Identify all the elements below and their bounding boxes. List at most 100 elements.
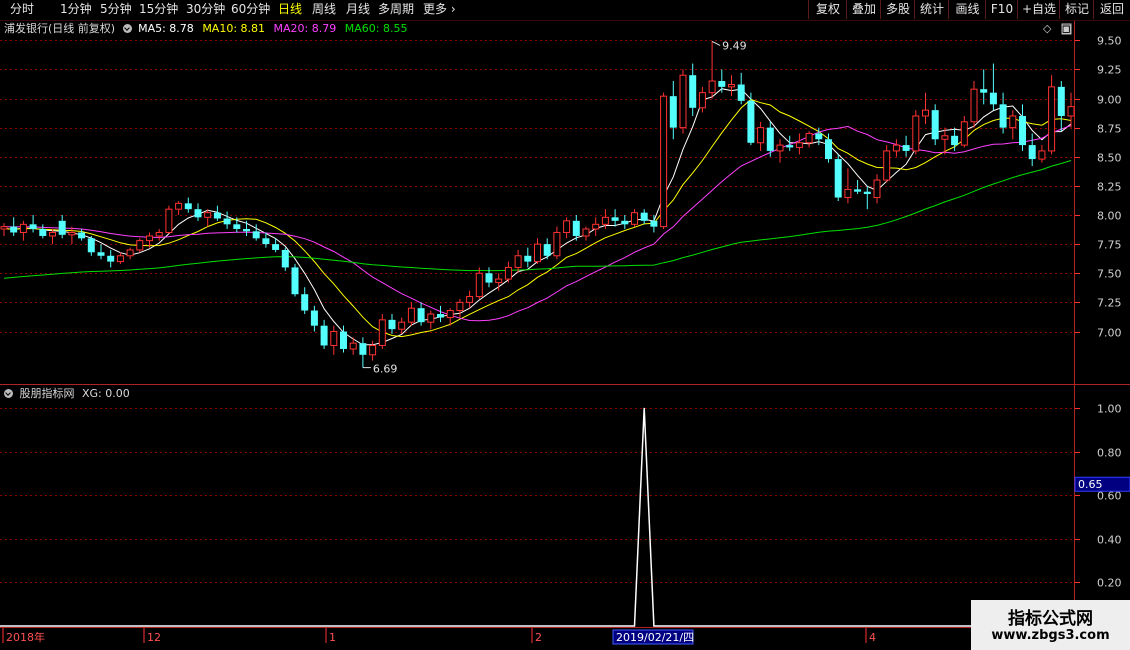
candle-up [155,228,163,241]
candle-body [78,232,86,239]
candle-body [252,231,260,239]
candle-up [660,92,668,229]
candle-body [601,216,609,225]
price-tick-label: 7.00 [1097,327,1122,340]
candle-down [737,72,745,105]
tab-1min[interactable]: 1分钟 [60,0,92,19]
candle-up [456,298,464,318]
add-watchlist-button[interactable]: +自选 [1017,0,1060,19]
candle-body [68,231,76,236]
candle-up [504,261,512,283]
candle-body [291,267,299,295]
mark-button[interactable]: 标记 [1059,0,1094,19]
draw-line-button[interactable]: 画线 [948,0,986,19]
candle-body [0,226,8,230]
candle-body [87,238,95,253]
candle-down [1028,133,1036,167]
candle-down [87,235,95,256]
candle-body [941,135,949,140]
diamond-icon[interactable]: ◇ [1043,22,1051,35]
candle-down [825,133,832,163]
statistics-button[interactable]: 统计 [914,0,949,19]
candle-down [640,209,648,225]
adjust-button[interactable]: 复权 [808,0,847,19]
candle-body [495,278,503,284]
candle-body [485,273,493,283]
tab-5min[interactable]: 5分钟 [100,0,132,19]
tab-fenshi[interactable]: 分时 [10,0,34,19]
candle-body [582,228,590,237]
candle-body [1019,115,1026,146]
candle-down [97,244,105,260]
candle-down [437,305,444,323]
candle-up [1067,92,1075,128]
kline-chart[interactable]: 7.00 7.25 7.50 7.75 8.00 8.25 8.50 8.75 9.00 9.25… [0,0,1130,650]
main-info-bar: 浦发银行(日线 前复权) MA5: 8.78 MA10: 8.81 MA20: … [4,22,407,36]
tab-60min[interactable]: 60分钟 [231,0,270,19]
tab-weekly[interactable]: 周线 [312,0,336,19]
more-label: 更多 [423,2,448,16]
candle-body [39,228,47,236]
candle-body [970,88,978,123]
candle-body [233,224,241,229]
candle-body [825,139,832,160]
candle-body [844,188,852,199]
candle-body [960,121,968,146]
ma5-line [3,88,1072,346]
candle-down [388,314,396,334]
multi-stock-button[interactable]: 多股 [880,0,915,19]
candle-body [388,319,396,330]
candle-up [776,139,784,163]
tab-monthly[interactable]: 月线 [346,0,370,19]
candle-up [19,220,27,241]
more-menu[interactable]: 更多 › [423,0,456,19]
candle-up [378,314,386,349]
price-tick-label: 8.50 [1097,152,1122,165]
candle-down [291,263,299,297]
candle-body [873,179,881,199]
candle-body [184,203,192,210]
candle-up [757,121,765,151]
candle-down [184,197,192,213]
ma20-line [3,125,1072,322]
candle-body [514,255,522,268]
window-icon[interactable]: ▣ [1061,22,1071,35]
candle-body [456,301,464,312]
candle-body [398,321,406,330]
candle-down [107,249,115,268]
candle-body [281,249,289,268]
candle-down [689,63,697,116]
tab-15min[interactable]: 15分钟 [139,0,178,19]
tab-multi-period[interactable]: 多周期 [378,0,414,19]
candle-up [970,81,978,128]
tab-30min[interactable]: 30分钟 [186,0,225,19]
xg-line [0,407,1073,627]
candle-up [553,226,561,260]
candle-down [999,92,1007,134]
candle-body [301,294,309,311]
candle-up [892,139,900,157]
candle-down [543,238,551,260]
candle-body [136,240,144,251]
candle-body [49,231,56,237]
back-button[interactable]: 返回 [1093,0,1130,19]
time-label: 2018年 [6,630,45,644]
candle-body [737,84,745,101]
candle-up [534,238,541,264]
candle-up [631,209,638,227]
price-tick-label: 9.50 [1097,35,1122,48]
f10-button[interactable]: F10 [985,0,1018,19]
dropdown-circle-icon[interactable] [122,24,132,33]
candle-up [795,133,803,155]
candle-down [78,228,86,241]
candle-up [563,217,571,239]
tab-daily[interactable]: 日线 [278,0,302,19]
candle-body [631,212,638,225]
indicator-info-bar: 股朋指标网 XG: 0.00 [4,387,130,401]
candle-down [194,203,202,221]
indicator-dropdown-icon[interactable] [4,389,13,398]
candle-body [708,80,716,94]
candle-up [1009,110,1017,140]
overlay-button[interactable]: 叠加 [846,0,881,19]
candle-down [417,302,425,326]
